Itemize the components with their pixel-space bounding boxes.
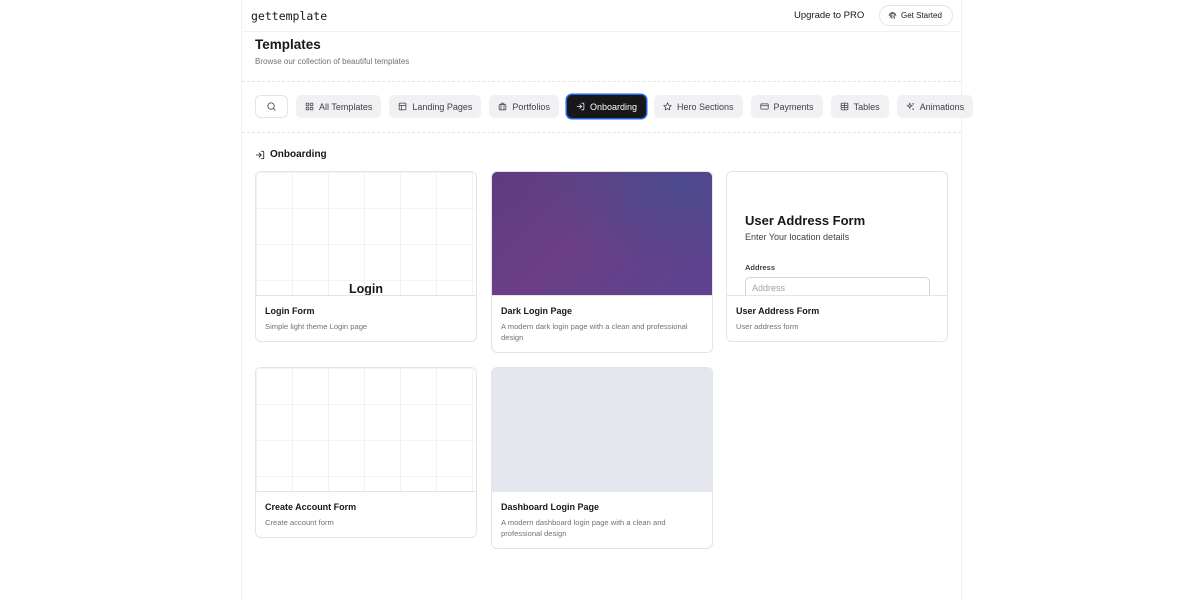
preview-heading: User Address Form — [745, 213, 866, 228]
get-started-button[interactable]: Get Started — [879, 5, 953, 26]
layout-icon — [399, 102, 407, 111]
tab-label: Animations — [919, 101, 965, 112]
template-card-dark-login-page[interactable]: Dark Login Page A modern dark login page… — [491, 171, 713, 353]
template-card-create-account-form[interactable]: Create Account Form Create account form — [255, 367, 477, 538]
template-card-user-address-form[interactable]: User Address Form Enter Your location de… — [726, 171, 948, 342]
get-started-label: Get Started — [901, 11, 942, 20]
card-preview — [492, 172, 712, 296]
preview-address-field: Address — [745, 277, 930, 295]
search-icon — [267, 102, 276, 111]
page-title: Templates — [255, 37, 321, 52]
brand-logo[interactable]: gettemplate — [251, 9, 327, 23]
tab-portfolios[interactable]: Portfolios — [489, 95, 559, 118]
log-in-icon — [255, 150, 265, 159]
page-subtitle: Browse our collection of beautiful templ… — [255, 57, 410, 66]
preview-heading: Login — [348, 282, 383, 296]
tab-hero-sections[interactable]: Hero Sections — [654, 95, 743, 118]
card-title: Dark Login Page — [501, 306, 573, 316]
preview-field-label: Address — [745, 263, 776, 272]
grid-icon — [305, 102, 314, 111]
card-title: Dashboard Login Page — [501, 502, 600, 512]
card-title: User Address Form — [736, 306, 820, 316]
section-heading: Onboarding — [255, 149, 327, 160]
search-button[interactable] — [255, 95, 288, 118]
tab-label: All Templates — [319, 101, 373, 112]
tab-label: Tables — [853, 101, 880, 112]
divider — [242, 132, 961, 133]
header-divider — [242, 31, 961, 32]
tab-animations[interactable]: Animations — [896, 95, 974, 118]
card-description: Simple light theme Login page — [265, 322, 368, 331]
preview-subheading: Enter Your location details — [745, 232, 850, 242]
divider — [242, 81, 961, 82]
tab-all-templates[interactable]: All Templates — [296, 95, 382, 118]
card-preview — [256, 368, 476, 492]
tab-label: Onboarding — [589, 101, 637, 112]
sparkles-icon — [906, 102, 914, 110]
card-description: A modern dark login page with a clean an… — [501, 322, 688, 342]
template-card-login-form[interactable]: Login Login Form Simple light theme Logi… — [255, 171, 477, 342]
card-description: Create account form — [265, 518, 334, 527]
fingerprint-icon — [888, 12, 897, 19]
tab-onboarding[interactable]: Onboarding — [566, 95, 646, 118]
briefcase-icon — [499, 102, 507, 111]
card-preview: Login — [256, 172, 476, 296]
page-frame: gettemplate Upgrade to PRO Get Started T… — [241, 0, 974, 600]
table-icon — [840, 102, 848, 111]
tab-label: Hero Sections — [677, 101, 734, 112]
tab-landing-pages[interactable]: Landing Pages — [389, 95, 482, 118]
card-preview — [492, 368, 712, 492]
tab-label: Payments — [773, 101, 814, 112]
tab-payments[interactable]: Payments — [750, 95, 823, 118]
card-preview: User Address Form Enter Your location de… — [727, 172, 947, 296]
card-description: User address form — [736, 322, 799, 331]
section-title: Onboarding — [270, 149, 327, 160]
card-title: Login Form — [265, 306, 315, 316]
star-icon — [663, 102, 672, 111]
upgrade-link[interactable]: Upgrade to PRO — [794, 10, 864, 21]
tab-label: Landing Pages — [412, 101, 473, 112]
card-title: Create Account Form — [265, 502, 357, 512]
template-card-dashboard-login-page[interactable]: Dashboard Login Page A modern dashboard … — [491, 367, 713, 549]
tab-tables[interactable]: Tables — [830, 95, 889, 118]
category-tabs: All Templates Landing Pages Portfolios O… — [296, 95, 974, 118]
tab-label: Portfolios — [512, 101, 550, 112]
credit-card-icon — [759, 103, 769, 110]
card-description: A modern dashboard login page with a cle… — [501, 518, 666, 538]
log-in-icon — [576, 102, 585, 111]
